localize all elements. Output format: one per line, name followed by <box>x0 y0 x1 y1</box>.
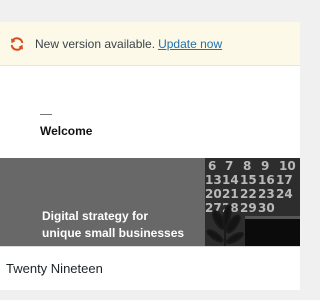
svg-text:7: 7 <box>225 159 233 173</box>
svg-text:16: 16 <box>258 173 275 187</box>
svg-text:14: 14 <box>222 173 239 187</box>
hero-line-1: Digital strategy for <box>42 209 149 223</box>
hero-text: Digital strategy for unique small busine… <box>42 208 184 242</box>
svg-text:21: 21 <box>222 187 239 201</box>
svg-text:30: 30 <box>258 201 275 215</box>
heading-rule <box>40 114 52 115</box>
svg-text:20: 20 <box>205 187 222 201</box>
svg-text:17: 17 <box>276 173 293 187</box>
theme-screenshot[interactable]: Welcome Digital strategy for unique smal… <box>0 66 300 246</box>
svg-text:22: 22 <box>240 187 257 201</box>
svg-text:13: 13 <box>205 173 222 187</box>
update-icon <box>8 35 26 53</box>
preview-heading: Welcome <box>40 124 93 138</box>
theme-card-footer: Twenty Nineteen <box>0 246 300 290</box>
update-now-link[interactable]: Update now <box>158 37 222 51</box>
theme-name: Twenty Nineteen <box>6 261 103 276</box>
update-message: New version available. <box>35 36 156 51</box>
svg-text:29: 29 <box>240 201 257 215</box>
hero-banner: Digital strategy for unique small busine… <box>0 158 300 246</box>
hero-photo: 6 7 8 9 10 13 14 15 16 17 20 21 22 23 24… <box>205 158 300 246</box>
svg-text:10: 10 <box>279 159 296 173</box>
svg-text:23: 23 <box>258 187 275 201</box>
theme-card[interactable]: New version available. Update now Welcom… <box>0 22 300 290</box>
svg-text:8: 8 <box>243 159 251 173</box>
hero-line-2: unique small businesses <box>42 226 185 240</box>
calendar-plant-photo: 6 7 8 9 10 13 14 15 16 17 20 21 22 23 24… <box>205 158 300 246</box>
update-notice: New version available. Update now <box>0 22 300 66</box>
svg-text:24: 24 <box>276 187 293 201</box>
svg-text:6: 6 <box>208 159 216 173</box>
svg-text:15: 15 <box>240 173 257 187</box>
svg-text:9: 9 <box>261 159 269 173</box>
